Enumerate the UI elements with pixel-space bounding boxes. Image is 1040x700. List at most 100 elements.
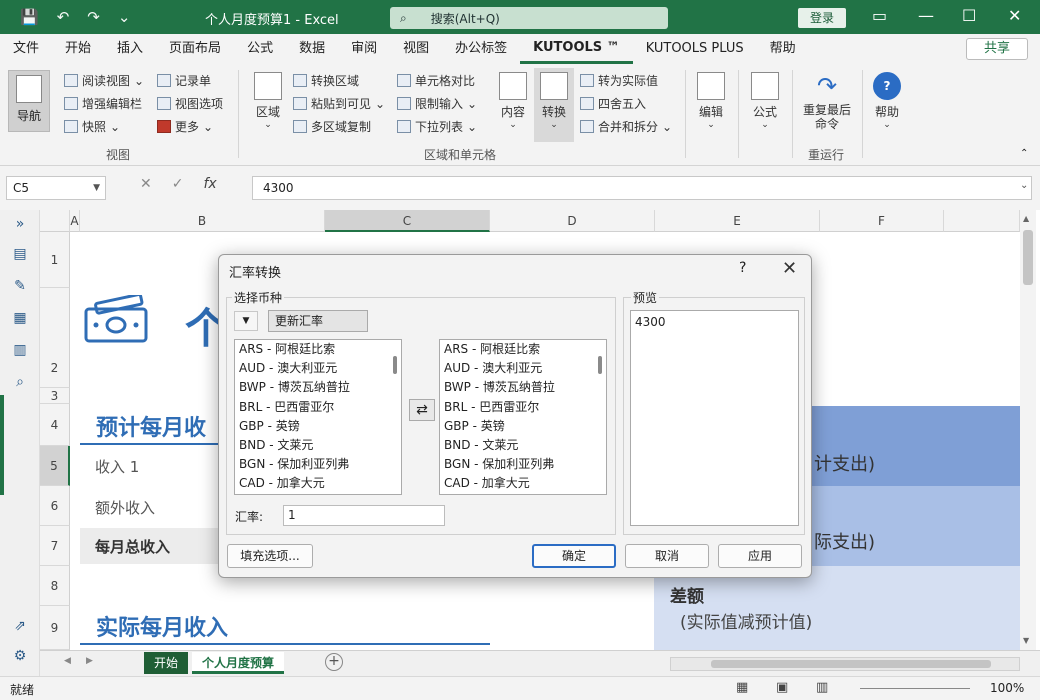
tab-file[interactable]: 文件	[0, 34, 52, 64]
limit-input-button[interactable]: 限制输入 ⌄	[397, 95, 477, 112]
compare-cells-button[interactable]: 单元格对比	[397, 72, 475, 89]
scroll-up-icon[interactable]: ▲	[1023, 214, 1029, 223]
target-currency-list[interactable]: ARS - 阿根廷比索 AUD - 澳大利亚元 BWP - 博茨瓦纳普拉 BRL…	[439, 339, 607, 495]
column-header-b[interactable]: B	[80, 210, 325, 232]
name-box[interactable]: C5 ▼	[6, 176, 106, 200]
list-item[interactable]: ARS - 阿根廷比索	[235, 340, 401, 359]
ribbon-display-icon[interactable]: ▭	[872, 6, 887, 25]
tab-office-tab[interactable]: 办公标签	[442, 34, 520, 64]
ok-button[interactable]: 确定	[532, 544, 616, 568]
row-header-5[interactable]: 5	[40, 446, 70, 486]
tab-help[interactable]: 帮助	[757, 34, 809, 64]
find-replace-icon[interactable]: ⌕	[10, 374, 30, 390]
list-item[interactable]: BRL - 巴西雷亚尔	[440, 398, 606, 417]
search-box[interactable]: ⌕ 搜索(Alt+Q)	[390, 7, 668, 29]
rates-dropdown-button[interactable]: ▼	[234, 311, 258, 331]
list-item[interactable]: BND - 文莱元	[235, 436, 401, 455]
vertical-scrollbar[interactable]: ▲ ▼	[1020, 210, 1036, 650]
formula-button[interactable]: 公式 ⌄	[748, 72, 782, 130]
snapshot-button[interactable]: 快照 ⌄	[64, 118, 120, 135]
row-header-9[interactable]: 9	[40, 606, 70, 650]
row-header-2[interactable]: 2	[40, 288, 70, 388]
column-header-a[interactable]: A	[70, 210, 80, 232]
autotext-icon[interactable]: ✎	[10, 278, 30, 294]
horizontal-scroll-thumb[interactable]	[711, 660, 991, 668]
list-item[interactable]: GBP - 英镑	[440, 417, 606, 436]
sheet-tab-start[interactable]: 开始	[144, 652, 189, 674]
row-header-4[interactable]: 4	[40, 404, 70, 446]
list-scroll-thumb[interactable]	[598, 356, 602, 374]
help-button[interactable]: ? 帮助 ⌄	[870, 72, 904, 130]
page-layout-view-icon[interactable]: ▣	[776, 680, 788, 695]
edit-button[interactable]: 编辑 ⌄	[694, 72, 728, 130]
swap-currencies-button[interactable]: ⇄	[409, 399, 435, 421]
customize-qat-icon[interactable]: ⌄	[118, 8, 131, 26]
save-icon[interactable]: 💾	[20, 8, 39, 26]
list-item[interactable]: AUD - 澳大利亚元	[235, 359, 401, 378]
multi-range-copy-button[interactable]: 多区域复制	[293, 118, 371, 135]
zoom-slider[interactable]	[860, 688, 970, 689]
maximize-icon[interactable]: ☐	[962, 6, 976, 25]
row-header-7[interactable]: 7	[40, 526, 70, 566]
sheet-tab-budget[interactable]: 个人月度预算	[192, 652, 285, 674]
gear-icon[interactable]: ⚙	[10, 648, 30, 664]
confirm-entry-icon[interactable]: ✓	[172, 176, 184, 192]
round-button[interactable]: 四舍五入	[580, 95, 646, 112]
zoom-level[interactable]: 100%	[990, 681, 1024, 695]
tab-data[interactable]: 数据	[286, 34, 338, 64]
list-scroll-thumb[interactable]	[393, 356, 397, 374]
normal-view-icon[interactable]: ▦	[736, 680, 748, 695]
tab-kutools-plus[interactable]: KUTOOLS PLUS	[633, 34, 757, 64]
minimize-icon[interactable]: —	[918, 6, 934, 25]
dialog-help-icon[interactable]: ?	[739, 260, 746, 276]
list-item[interactable]: ARS - 阿根廷比索	[440, 340, 606, 359]
list-item[interactable]: BGN - 保加利亚列弗	[235, 455, 401, 474]
redo-icon[interactable]: ↷	[87, 8, 100, 26]
cancel-button[interactable]: 取消	[625, 544, 709, 568]
convert-range-button[interactable]: 转换区域	[293, 72, 359, 89]
fill-options-button[interactable]: 填充选项...	[227, 544, 313, 568]
list-item[interactable]: CAD - 加拿大元	[440, 474, 606, 493]
convert-button[interactable]: 转换 ⌄	[534, 68, 574, 142]
insert-function-icon[interactable]: fx	[203, 176, 216, 192]
row-header-6[interactable]: 6	[40, 486, 70, 526]
list-item[interactable]: AUD - 澳大利亚元	[440, 359, 606, 378]
to-actual-button[interactable]: 转为实际值	[580, 72, 658, 89]
workbook-sheets-icon[interactable]: ▤	[10, 246, 30, 262]
row-header-1[interactable]: 1	[40, 232, 70, 288]
content-button[interactable]: 内容 ⌄	[496, 72, 530, 130]
open-external-icon[interactable]: ⇗	[10, 618, 30, 634]
column-list-icon[interactable]: ▥	[10, 342, 30, 358]
reading-view-button[interactable]: 阅读视图 ⌄	[64, 72, 144, 89]
formula-input[interactable]: 4300	[252, 176, 1032, 200]
expand-pane-icon[interactable]: »	[10, 216, 30, 232]
range-button[interactable]: 区域 ⌄	[250, 72, 286, 130]
vertical-scroll-thumb[interactable]	[1023, 230, 1033, 285]
record-form-button[interactable]: 记录单	[157, 72, 211, 89]
merge-split-button[interactable]: 合并和拆分 ⌄	[580, 118, 672, 135]
column-header-c[interactable]: C	[325, 210, 490, 232]
undo-icon[interactable]: ↶	[57, 8, 70, 26]
enhanced-edit-bar-button[interactable]: 增强编辑栏	[64, 95, 142, 112]
scroll-down-icon[interactable]: ▼	[1023, 636, 1029, 645]
row-header-3[interactable]: 3	[40, 388, 70, 404]
navigation-button[interactable]: 导航	[8, 70, 50, 132]
tab-page-layout[interactable]: 页面布局	[156, 34, 234, 64]
rate-input[interactable]: 1	[283, 505, 445, 526]
list-item[interactable]: CAD - 加拿大元	[235, 474, 401, 493]
column-header-f[interactable]: F	[820, 210, 944, 232]
tab-view[interactable]: 视图	[390, 34, 442, 64]
share-button[interactable]: 共享	[966, 38, 1028, 60]
more-button[interactable]: 更多 ⌄	[157, 118, 213, 135]
tab-home[interactable]: 开始	[52, 34, 104, 64]
column-header-d[interactable]: D	[490, 210, 655, 232]
dropdown-list-button[interactable]: 下拉列表 ⌄	[397, 118, 477, 135]
tab-kutools[interactable]: KUTOOLS ™	[520, 34, 633, 64]
close-window-icon[interactable]: ✕	[1008, 6, 1021, 25]
login-button[interactable]: 登录	[798, 8, 846, 28]
paste-to-visible-button[interactable]: 粘贴到可见 ⌄	[293, 95, 385, 112]
cancel-entry-icon[interactable]: ✕	[140, 176, 152, 192]
view-options-button[interactable]: 视图选项	[157, 95, 223, 112]
list-item[interactable]: GBP - 英镑	[235, 417, 401, 436]
dialog-close-icon[interactable]: ✕	[782, 258, 797, 279]
